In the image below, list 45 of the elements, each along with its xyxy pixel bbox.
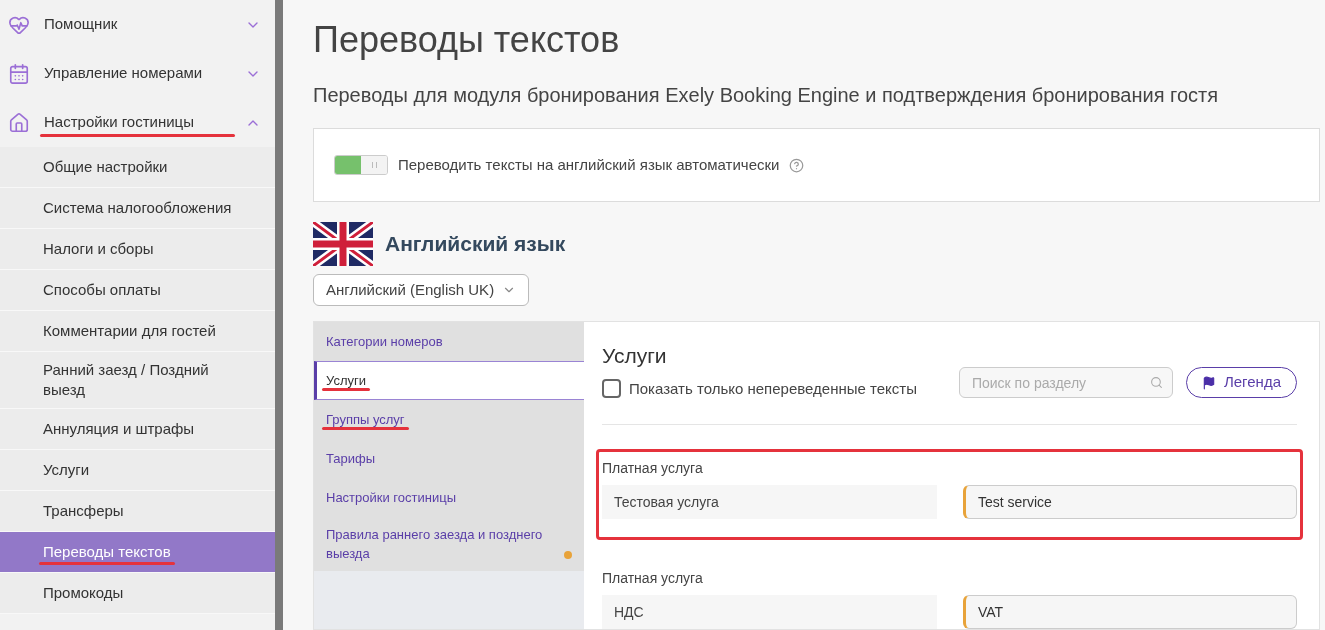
- home-icon: [8, 111, 30, 134]
- sidebar-item[interactable]: Общие настройки: [0, 147, 275, 188]
- sidebar-section[interactable]: Помощник: [0, 0, 275, 49]
- sidebar-item[interactable]: Способы оплаты: [0, 270, 275, 311]
- sidebar-item[interactable]: Аннуляция и штрафы: [0, 409, 275, 450]
- section-tab[interactable]: Категории номеров: [314, 322, 584, 361]
- flag-icon: [1201, 375, 1216, 390]
- toggle-switch[interactable]: [334, 155, 388, 175]
- language-dropdown[interactable]: Английский (English UK): [313, 274, 530, 306]
- entry-group-label: Платная услуга: [602, 569, 704, 588]
- search-icon: [1149, 376, 1163, 389]
- sidebar-section[interactable]: Управление номерами: [0, 49, 275, 98]
- language-heading: Английский язык: [385, 231, 566, 258]
- calendar-icon: [8, 62, 30, 85]
- sidebar-item[interactable]: Ранний заезд / Поздний выезд: [0, 352, 275, 409]
- section-label: Помощник: [44, 14, 119, 35]
- section-tab[interactable]: Правила раннего заезда и позднего выезда: [314, 517, 584, 571]
- translation-field[interactable]: Test service: [963, 485, 1297, 519]
- section-title: Услуги: [602, 343, 668, 369]
- search-field[interactable]: Поиск по разделу: [958, 367, 1173, 398]
- section-tab[interactable]: Настройки гостиницы: [314, 478, 584, 517]
- sidebar-item[interactable]: Переводы текстов: [0, 532, 275, 573]
- section-tab[interactable]: Услуги: [314, 361, 584, 400]
- untranslated-filter[interactable]: Показать только непереведенные тексты: [602, 377, 917, 400]
- source-text: Тестовая услуга: [602, 485, 937, 519]
- help-icon[interactable]: [789, 157, 805, 173]
- section-label: Управление номерами: [44, 63, 204, 84]
- sidebar-item[interactable]: Трансферы: [0, 491, 275, 532]
- translation-field[interactable]: VAT: [963, 595, 1297, 629]
- sidebar-item[interactable]: Налоги и сборы: [0, 229, 275, 270]
- page-title: Переводы текстов: [313, 18, 621, 62]
- toggle-label: Переводить тексты на английский язык автоматически: [398, 154, 780, 175]
- section-tab[interactable]: Тарифы: [314, 439, 584, 478]
- page-subtitle: Переводы для модуля бронирования Exely Booking Engine и подтверждения бронирования гостя: [313, 83, 1220, 108]
- sidebar-item[interactable]: Услуги: [0, 450, 275, 491]
- source-text: НДС: [602, 595, 937, 629]
- section-tab[interactable]: Группы услуг: [314, 400, 584, 439]
- sidebar-item[interactable]: Промокоды: [0, 573, 275, 614]
- sidebar-item[interactable]: Комментарии для гостей: [0, 311, 275, 352]
- legend-button[interactable]: Легенда: [1185, 367, 1297, 398]
- sidebar-item[interactable]: Система налогообложения: [0, 188, 275, 229]
- scrollbar[interactable]: [275, 0, 283, 630]
- union-jack-flag-icon: [313, 222, 373, 266]
- sidebar-section[interactable]: Настройки гостиницы: [0, 98, 275, 147]
- entry-group-label: Платная услуга: [602, 459, 704, 478]
